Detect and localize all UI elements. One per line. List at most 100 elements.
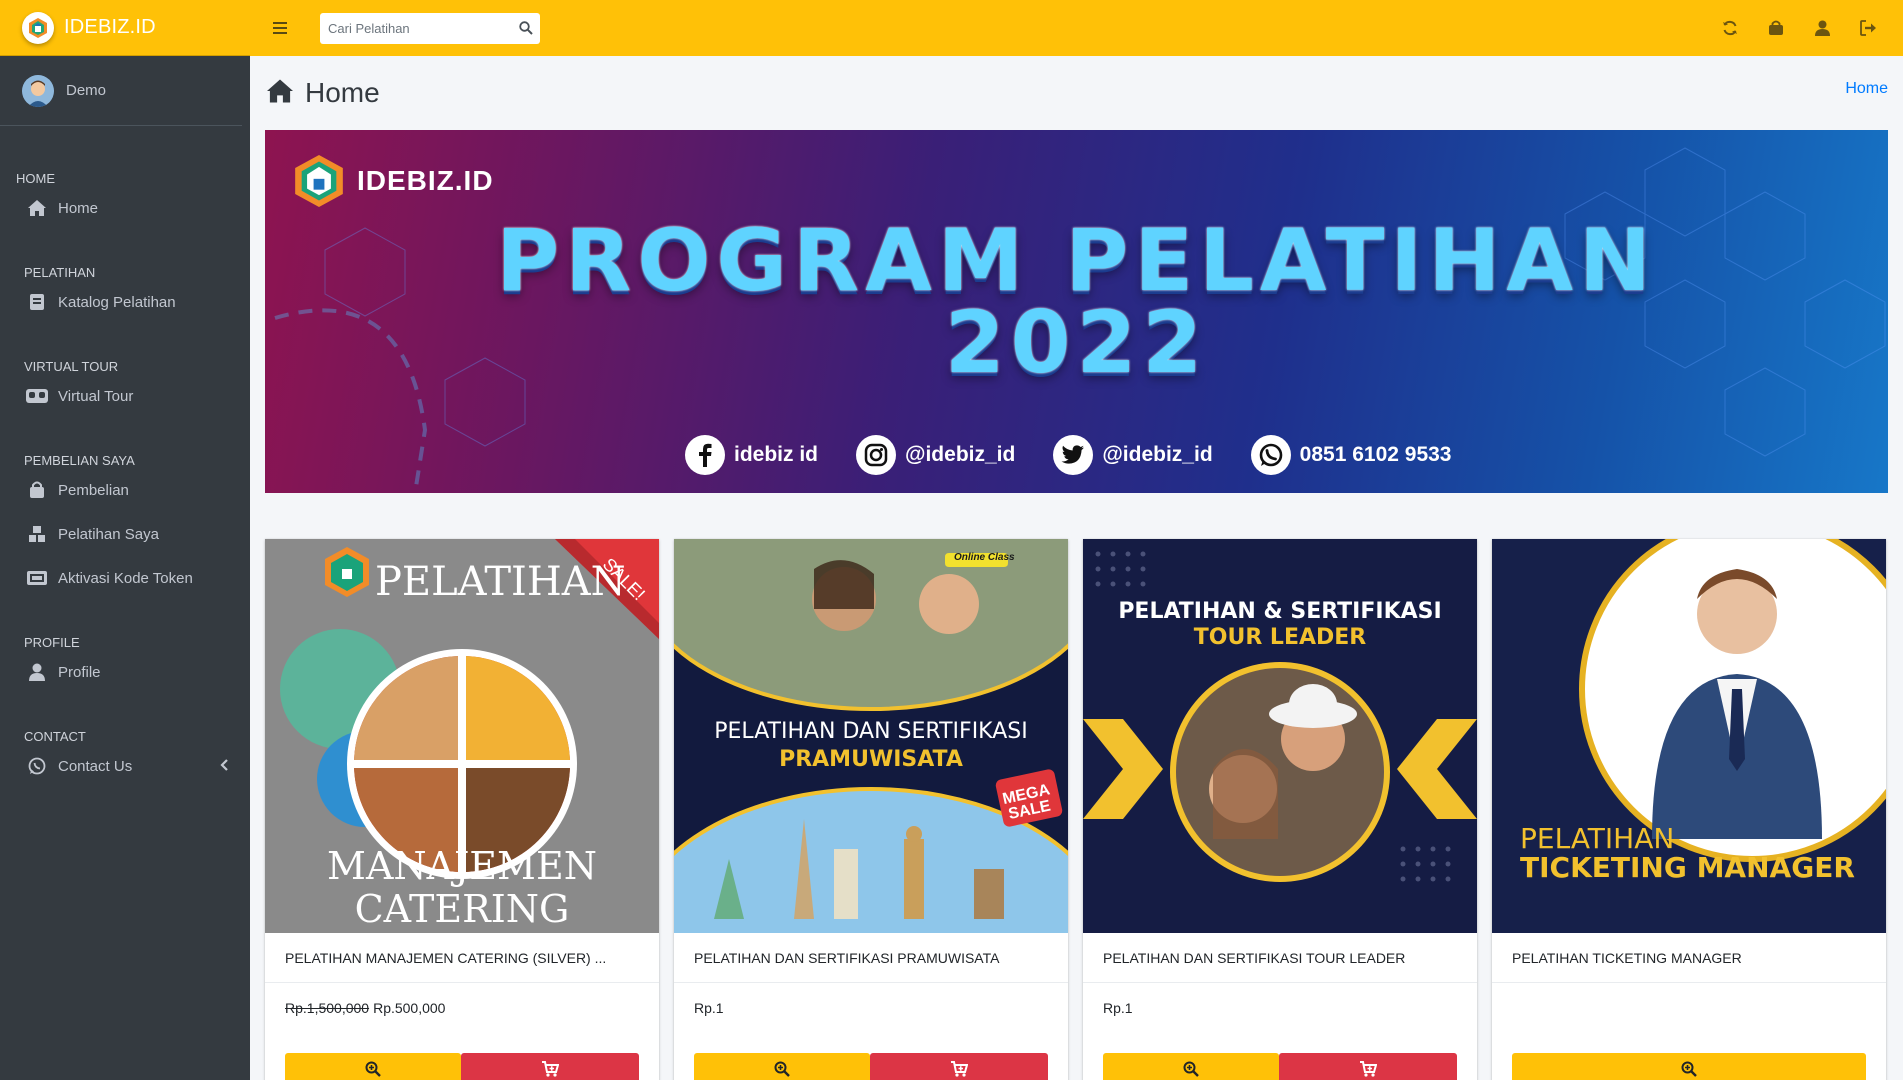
social-instagram-text: @idebiz_id [905, 443, 1016, 466]
sidebar-item-aktivasi-kode-token[interactable]: Aktivasi Kode Token [0, 556, 250, 600]
brand-link[interactable]: IDEBIZ.ID [0, 0, 250, 56]
banner-title-line1: PROGRAM PELATIHAN [496, 211, 1657, 311]
refresh-icon[interactable] [1707, 0, 1753, 56]
sidebar-item-label: Home [58, 199, 99, 217]
sidebar-item-pelatihan-saya[interactable]: Pelatihan Saya [0, 512, 250, 556]
chevron-left-icon[interactable] [220, 758, 228, 775]
product-card: Online Class PELATIHAN DAN SERTIFIKASI P… [674, 539, 1068, 1080]
product-title[interactable]: PELATIHAN TICKETING MANAGER [1492, 933, 1886, 983]
cart-plus-icon [542, 1061, 559, 1077]
banner-title: PROGRAM PELATIHAN 2022 [265, 211, 1888, 393]
nav-header-contact: CONTACT [24, 729, 86, 744]
whatsapp-icon [26, 756, 48, 776]
product-price [1492, 983, 1886, 1033]
nav-header-profile: PROFILE [24, 635, 80, 650]
shopping-bag-icon [26, 480, 48, 500]
sidebar-item-katalog-pelatihan[interactable]: Katalog Pelatihan [0, 280, 250, 324]
sidebar-item-label: Pelatihan Saya [58, 525, 159, 543]
sidebar-item-contact-us[interactable]: Contact Us [0, 744, 250, 788]
card-actions [1492, 1033, 1886, 1080]
nav-header-home: HOME [16, 171, 55, 186]
zoom-in-icon [365, 1061, 381, 1077]
menu-toggle-icon[interactable] [250, 0, 310, 56]
content-header: Home Home [265, 56, 1888, 130]
add-to-cart-button[interactable] [1279, 1053, 1457, 1080]
banner-logo: IDEBIZ.ID [293, 152, 494, 210]
promo-banner[interactable]: IDEBIZ.ID PROGRAM PELATIHAN 2022 idebiz … [265, 130, 1888, 493]
brand-logo-icon [22, 11, 54, 44]
product-grid: PELATIHAN SALE! MANAJEMEN CATERING PELAT… [265, 539, 1888, 1080]
main-content: Home Home IDEBIZ.ID PROGRAM PELATIHAN 20… [265, 56, 1888, 1080]
card-actions [265, 1033, 659, 1080]
ticket-icon [26, 568, 48, 588]
boxes-icon [26, 524, 48, 544]
sidebar: IDEBIZ.ID Demo HOME Home PELATIHAN Katal… [0, 0, 250, 1080]
twitter-icon [1053, 435, 1094, 475]
user-name: Demo [66, 82, 107, 99]
sidebar-item-virtual-tour[interactable]: Virtual Tour [0, 374, 250, 418]
catering-bottom-text-1: MANAJEMEN [327, 844, 597, 888]
product-price: Rp.1,500,000 Rp.500,000 [265, 983, 659, 1033]
zoom-in-icon [774, 1061, 790, 1077]
instagram-icon [856, 435, 896, 475]
social-whatsapp-text: 0851 6102 9533 [1299, 443, 1452, 466]
catering-bottom-text-2: CATERING [354, 887, 570, 931]
view-detail-button[interactable] [1512, 1053, 1866, 1080]
user-icon [26, 662, 48, 682]
product-card: PELATIHAN & SERTIFIKASI TOUR LEADER PELA… [1083, 539, 1477, 1080]
breadcrumb[interactable]: Home [1845, 80, 1888, 98]
product-title[interactable]: PELATIHAN DAN SERTIFIKASI PRAMUWISATA [674, 933, 1068, 983]
cart-plus-icon [951, 1061, 968, 1077]
product-image-pramuwisata[interactable]: Online Class PELATIHAN DAN SERTIFIKASI P… [674, 539, 1068, 933]
view-detail-button[interactable] [1103, 1053, 1279, 1080]
product-title[interactable]: PELATIHAN DAN SERTIFIKASI TOUR LEADER [1083, 933, 1477, 983]
home-icon [265, 78, 295, 109]
sidebar-item-home[interactable]: Home [0, 186, 250, 230]
product-price: Rp.1 [1083, 983, 1477, 1033]
sidebar-item-label: Profile [58, 663, 101, 681]
user-panel[interactable]: Demo [0, 56, 242, 126]
add-to-cart-button[interactable] [461, 1053, 639, 1080]
sidebar-item-label: Virtual Tour [58, 387, 134, 405]
sidebar-item-label: Aktivasi Kode Token [58, 569, 193, 587]
tour-leader-line1: PELATIHAN & SERTIFIKASI [1118, 599, 1442, 624]
product-image-ticketing-manager[interactable]: PELATIHAN TICKETING MANAGER [1492, 539, 1886, 933]
social-whatsapp: 0851 6102 9533 [1250, 435, 1452, 475]
user-icon[interactable] [1799, 0, 1845, 56]
pramuwisata-line1: PELATIHAN DAN SERTIFIKASI [714, 719, 1028, 744]
search-box [320, 12, 540, 44]
topbar [250, 0, 1903, 56]
card-actions [674, 1033, 1068, 1080]
whatsapp-icon [1250, 435, 1291, 475]
zoom-in-icon [1681, 1061, 1697, 1077]
current-price: Rp.500,000 [373, 1000, 446, 1016]
nav-header-pembelian-saya: PEMBELIAN SAYA [24, 453, 135, 468]
home-icon [26, 198, 48, 218]
current-price: Rp.1 [694, 1000, 724, 1016]
zoom-in-icon [1183, 1061, 1199, 1077]
banner-title-line2: 2022 [944, 293, 1209, 393]
sidebar-item-label: Katalog Pelatihan [58, 293, 176, 311]
online-class-badge: Online Class [954, 552, 1015, 563]
search-input[interactable] [320, 12, 512, 44]
sidebar-item-profile[interactable]: Profile [0, 650, 250, 694]
shopping-bag-icon[interactable] [1753, 0, 1799, 56]
social-facebook-text: idebiz id [734, 443, 818, 466]
social-instagram: @idebiz_id [856, 435, 1015, 475]
book-icon [26, 292, 48, 312]
product-title[interactable]: PELATIHAN MANAJEMEN CATERING (SILVER) ..… [265, 933, 659, 983]
add-to-cart-button[interactable] [870, 1053, 1048, 1080]
social-facebook: idebiz id [685, 435, 818, 475]
tour-leader-line2: TOUR LEADER [1193, 625, 1367, 650]
search-icon[interactable] [512, 13, 540, 44]
pramuwisata-line2: PRAMUWISATA [779, 747, 963, 772]
product-image-catering[interactable]: PELATIHAN SALE! MANAJEMEN CATERING [265, 539, 659, 933]
product-image-tour-leader[interactable]: PELATIHAN & SERTIFIKASI TOUR LEADER [1083, 539, 1477, 933]
view-detail-button[interactable] [285, 1053, 461, 1080]
ticketing-line2: TICKETING MANAGER [1520, 851, 1855, 884]
catering-top-text: PELATIHAN [375, 559, 626, 605]
logout-icon[interactable] [1845, 0, 1891, 56]
view-detail-button[interactable] [694, 1053, 870, 1080]
sidebar-item-pembelian[interactable]: Pembelian [0, 468, 250, 512]
nav-header-virtual-tour: VIRTUAL TOUR [24, 359, 119, 374]
